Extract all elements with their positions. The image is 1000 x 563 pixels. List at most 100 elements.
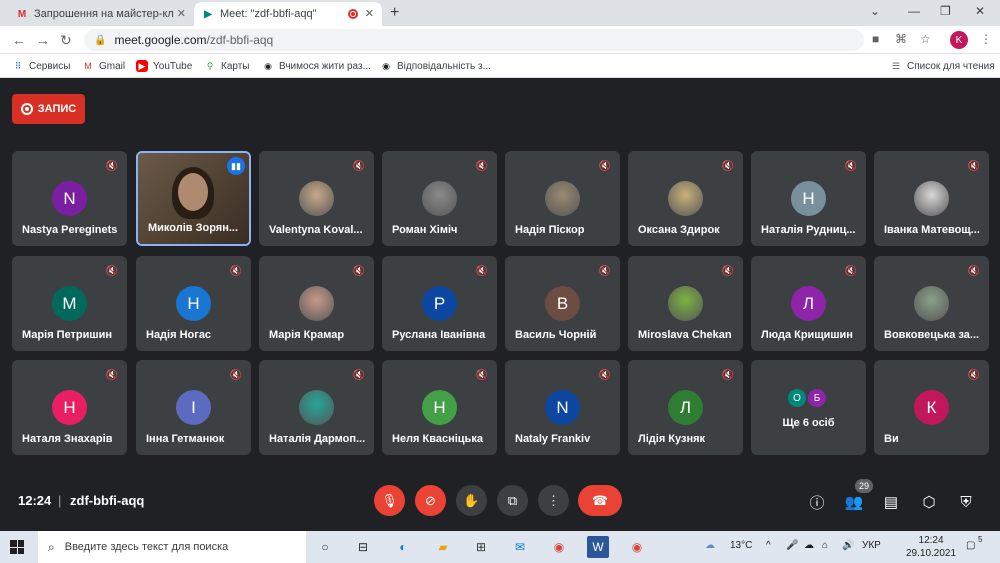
participant-tile[interactable]: 🔇 Л Лідія Кузняк [628, 360, 743, 455]
raise-hand-button[interactable]: ✋ [456, 485, 487, 516]
participant-tile[interactable]: 🔇 Наталія Дармоп... [259, 360, 374, 455]
participant-tile[interactable]: 🔇 І Інна Гетманюк [136, 360, 251, 455]
apps-icon: ⠿ [14, 60, 22, 71]
participant-tile[interactable]: 🔇 М Марія Петришин [12, 256, 127, 351]
participant-tile[interactable]: 🔇 Марія Крамар [259, 256, 374, 351]
store-icon[interactable]: ⊞ [470, 536, 492, 558]
notifications-icon[interactable]: ▢ [966, 540, 975, 551]
host-controls-button[interactable]: ⛨ [955, 491, 977, 513]
participant-tile[interactable]: 🔇 Вовковецька за... [874, 256, 989, 351]
language-indicator[interactable]: УКР [862, 540, 881, 551]
participant-name: Вовковецька за... [884, 329, 980, 341]
bookmark-apps[interactable]: ⠿ Сервисы [12, 60, 71, 72]
file-explorer-icon[interactable]: ▰ [432, 536, 454, 558]
camera-icon[interactable]: ■ [872, 32, 879, 46]
participant-name: Руслана Іванівна [392, 329, 486, 341]
people-button[interactable]: 👥 [843, 491, 865, 513]
address-bar[interactable]: 🔒 meet.google.com/zdf-bbfi-aqq [84, 29, 864, 51]
chat-button[interactable]: ▤ [880, 491, 902, 513]
participant-tile[interactable]: 🔇 Л Люда Крищишин [751, 256, 866, 351]
reading-list[interactable]: ☰ Список для чтения [890, 60, 995, 72]
translate-icon[interactable]: ⌘ [895, 32, 907, 46]
word-icon[interactable]: W [587, 536, 609, 558]
volume-icon[interactable]: 🔊 [842, 540, 854, 551]
present-button[interactable]: ⧉ [497, 485, 528, 516]
profile-avatar[interactable]: K [950, 31, 968, 49]
chevron-up-icon[interactable]: ^ [766, 540, 771, 551]
meeting-details-button[interactable]: ⓘ [806, 491, 828, 513]
participant-name: Valentyna Koval... [269, 224, 363, 236]
close-window-button[interactable]: ✕ [975, 4, 985, 18]
participant-tile[interactable]: 🔇 N Nastya Pereginets [12, 151, 127, 246]
more-options-button[interactable]: ⋮ [538, 485, 569, 516]
bookmark-site-2[interactable]: ◉ Відповідальність з... [380, 60, 491, 72]
bookmark-maps[interactable]: ⚲ Карты [204, 60, 250, 72]
bookmark-label: Сервисы [29, 60, 71, 72]
participant-tile[interactable]: 🔇 Надія Піскор [505, 151, 620, 246]
edge-icon[interactable]: ◐ [392, 536, 414, 558]
participant-tile[interactable]: 🔇 Н Наталія Рудниц... [751, 151, 866, 246]
participant-name: Іванка Матевощ... [884, 224, 980, 236]
record-button[interactable]: ЗАПИС [12, 94, 85, 124]
task-view-icon[interactable]: ⊟ [352, 536, 374, 558]
reload-button[interactable]: ↻ [60, 32, 72, 49]
participant-name: Неля Квасніцька [392, 433, 483, 445]
chrome-icon[interactable]: ◉ [548, 536, 570, 558]
mic-off-icon: 🔇 [844, 160, 858, 172]
participant-tile[interactable]: ▮▮ Миколів Зорян... [136, 151, 251, 246]
tab-search-icon[interactable]: ⌄ [870, 4, 880, 18]
participant-tile[interactable]: 🔇 Н Надія Ногас [136, 256, 251, 351]
bookmark-gmail[interactable]: M Gmail [82, 60, 125, 72]
tab-title: Запрошення на майстер-клас с [34, 8, 174, 20]
participant-tile[interactable]: 🔇 Р Руслана Іванівна [382, 256, 497, 351]
forward-button[interactable]: → [36, 32, 50, 48]
participant-name: Інна Гетманюк [146, 433, 225, 445]
leave-call-button[interactable]: ☎ [578, 485, 622, 516]
mic-off-button[interactable]: 🎙 [374, 485, 405, 516]
bookmark-star-icon[interactable]: ☆ [920, 32, 931, 46]
avatar [422, 181, 457, 216]
network-icon[interactable]: ⌂ [822, 540, 828, 551]
participant-tile[interactable]: 🔇 N Nataly Frankiv [505, 360, 620, 455]
mail-icon[interactable]: ✉ [509, 536, 531, 558]
onedrive-icon[interactable]: ☁ [804, 540, 814, 551]
participant-tile[interactable]: 🔇 Н Неля Квасніцька [382, 360, 497, 455]
activities-button[interactable]: ⬡ [918, 491, 940, 513]
tab-meet[interactable]: ▶ Meet: "zdf-bbfi-aqq" ✕ [194, 2, 382, 26]
system-clock[interactable]: 12:24 29.10.2021 [906, 534, 956, 560]
participant-name: Люда Крищишин [761, 329, 853, 341]
mic-off-icon: 🔇 [721, 160, 735, 172]
menu-icon[interactable]: ⋮ [980, 32, 992, 46]
participant-tile[interactable]: 🔇 В Василь Чорній [505, 256, 620, 351]
cortana-icon[interactable]: ○ [314, 536, 336, 558]
mic-tray-icon[interactable]: 🎤 [786, 540, 798, 551]
participant-tile[interactable]: 🔇 К Ви [874, 360, 989, 455]
bookmark-site-1[interactable]: ◉ Вчимося жити раз... [262, 60, 371, 72]
participant-tile[interactable]: 🔇 Miroslava Chekan [628, 256, 743, 351]
participant-tile[interactable]: 🔇 Роман Хіміч [382, 151, 497, 246]
close-icon[interactable]: ✕ [365, 7, 374, 20]
windows-start-icon[interactable] [10, 540, 24, 554]
more-participants-tile[interactable]: О Б Ще 6 осіб [751, 360, 866, 455]
tab-gmail[interactable]: M Запрошення на майстер-клас с ✕ [8, 2, 194, 26]
participant-tile[interactable]: 🔇 Іванка Матевощ... [874, 151, 989, 246]
minimize-button[interactable]: — [908, 4, 920, 18]
site-icon: ◉ [382, 60, 390, 71]
participant-tile[interactable]: 🔇 Н Наталя Знахарів [12, 360, 127, 455]
mic-off-icon: 🔇 [475, 369, 489, 381]
restore-button[interactable]: ❐ [940, 4, 951, 18]
camera-off-button[interactable]: ⊘ [415, 485, 446, 516]
bookmark-youtube[interactable]: ▶ YouTube [136, 60, 192, 72]
new-tab-button[interactable]: + [390, 4, 399, 22]
back-button[interactable]: ← [12, 32, 26, 48]
chrome-profile-icon[interactable]: ◉ [626, 536, 648, 558]
participant-tile[interactable]: 🔇 Оксана Здирок [628, 151, 743, 246]
bookmarks-bar: ⠿ Сервисы M Gmail ▶ YouTube ⚲ Карты ◉ Вчимося… [0, 54, 1000, 78]
taskbar-search-input[interactable]: ⌕ Введите здесь текст для поиска [38, 531, 306, 563]
close-icon[interactable]: ✕ [177, 7, 186, 20]
weather-icon: ☁ [705, 540, 715, 551]
participant-tile[interactable]: 🔇 Valentyna Koval... [259, 151, 374, 246]
people-icon: 👥 [844, 494, 864, 511]
mic-off-icon: 🔇 [352, 265, 366, 277]
url-path: /zdf-bbfi-aqq [206, 33, 274, 47]
